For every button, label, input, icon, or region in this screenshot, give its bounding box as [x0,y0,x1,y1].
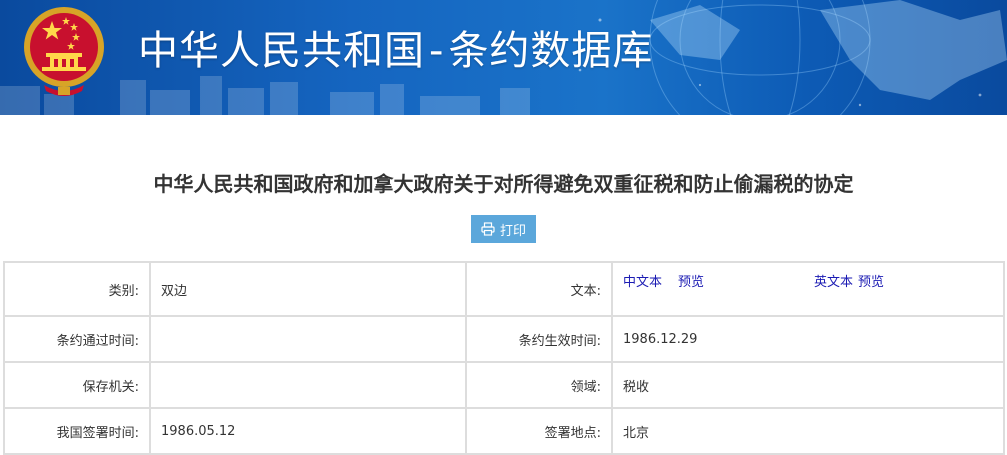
effective-date-value: 1986.12.29 [611,315,1005,363]
english-text-link[interactable]: 英文本 [814,275,853,290]
signed-date-label: 我国签署时间: [3,407,151,455]
national-emblem-icon [24,7,104,96]
english-preview-link[interactable]: 预览 [858,275,884,290]
depository-value [149,361,467,409]
table-row: 条约通过时间: 条约生效时间: 1986.12.29 [3,315,1005,363]
field-value: 税收 [611,361,1005,409]
effective-date-label: 条约生效时间: [465,315,613,363]
passed-date-value [149,315,467,363]
print-button-label: 打印 [499,222,526,238]
chinese-text-link[interactable]: 中文本 [623,275,662,290]
text-label: 文本: [465,261,613,317]
table-row: 保存机关: 领域: 税收 [3,361,1005,409]
depository-label: 保存机关: [3,361,151,409]
passed-date-label: 条约通过时间: [3,315,151,363]
category-value: 双边 [149,261,467,317]
signed-date-value: 1986.05.12 [149,407,467,455]
site-title-separator: - [429,28,445,74]
category-label: 类别: [3,261,151,317]
field-label: 领域: [465,361,613,409]
table-row: 类别: 双边 文本: 中文本 预览 英文本 预览 [3,261,1005,317]
site-title-main: 中华人民共和国 [138,28,425,74]
site-title-sub: 条约数据库 [448,28,654,74]
text-links-cell: 中文本 预览 英文本 预览 [611,261,1005,317]
signed-place-value: 北京 [611,407,1005,455]
signed-place-label: 签署地点: [465,407,613,455]
table-row: 我国签署时间: 1986.05.12 签署地点: 北京 [3,407,1005,455]
printer-icon [481,222,495,236]
site-title: 中华人民共和国 - 条约数据库 [138,18,653,76]
chinese-preview-link[interactable]: 预览 [678,275,704,290]
header-banner: 中华人民共和国 - 条约数据库 [0,0,1007,115]
treaty-title: 中华人民共和国政府和加拿大政府关于对所得避免双重征税和防止偷漏税的协定 [153,172,854,196]
print-button[interactable]: 打印 [471,215,536,243]
treaty-info-table: 类别: 双边 文本: 中文本 预览 英文本 预览 条约通过时间: 条约生效时间: 19… [3,261,1005,455]
